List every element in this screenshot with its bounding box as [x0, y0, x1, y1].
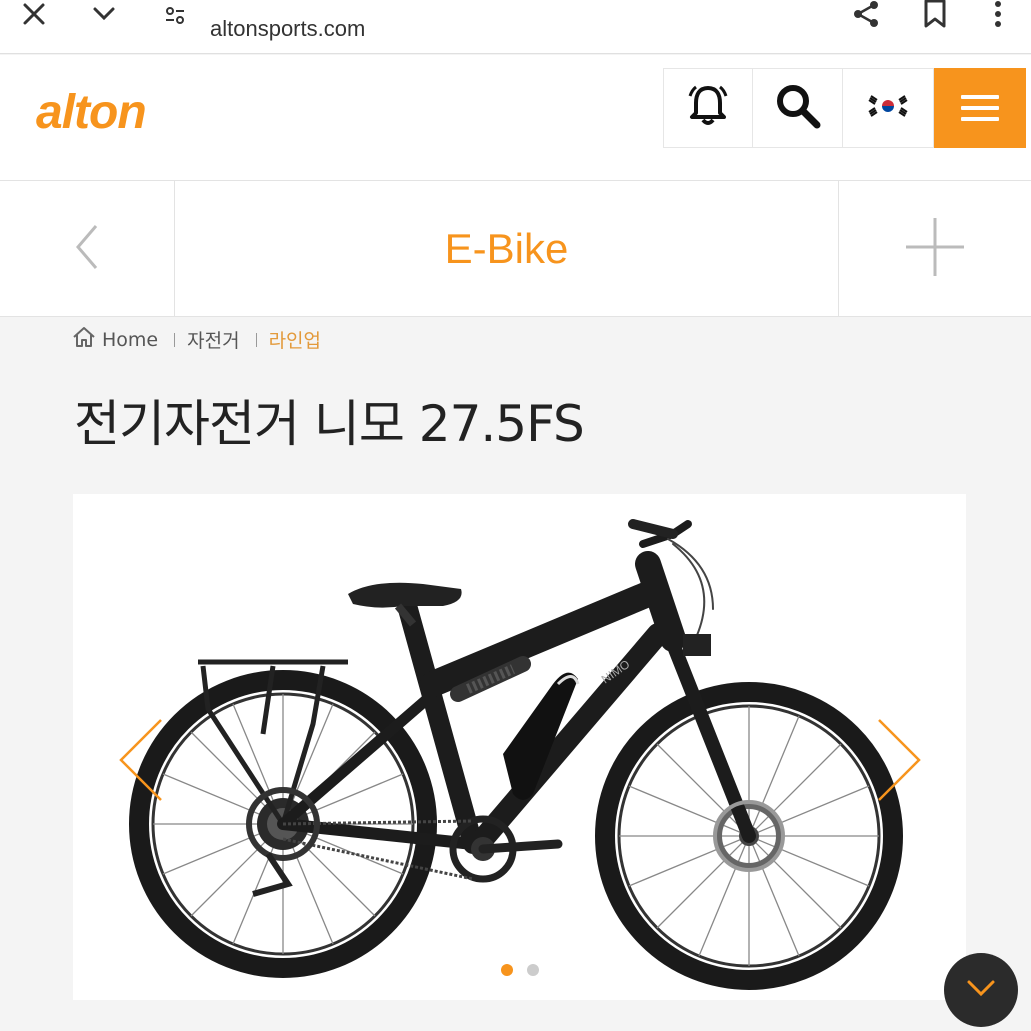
product-image: NIMO	[119, 519, 921, 990]
slider-dot-active[interactable]	[500, 964, 513, 976]
search-icon	[773, 81, 823, 135]
browser-toolbar: altonsports.com	[0, 0, 1031, 54]
bell-icon	[684, 82, 732, 134]
breadcrumb-separator	[174, 332, 176, 347]
alton-logo[interactable]: alton	[36, 85, 147, 140]
saddle	[348, 582, 462, 627]
hamburger-menu-button[interactable]	[934, 68, 1026, 148]
headlight	[683, 634, 711, 656]
breadcrumb-separator	[255, 332, 257, 347]
hamburger-line	[961, 106, 999, 110]
breadcrumb: Home 자전거 라인업	[72, 326, 321, 353]
site-header: alton	[0, 55, 1031, 181]
search-button[interactable]	[752, 68, 843, 148]
hamburger-line	[961, 117, 999, 121]
url-text[interactable]: altonsports.com	[210, 16, 365, 42]
page-title: 전기자전거 니모 27.5FS	[74, 395, 585, 453]
plus-icon	[904, 216, 966, 282]
category-bar: E-Bike	[0, 181, 1031, 317]
scroll-down-button[interactable]	[944, 953, 1018, 1027]
more-vert-icon[interactable]	[978, 0, 1018, 34]
chevron-down-icon[interactable]	[84, 0, 124, 34]
notification-button[interactable]	[663, 68, 754, 148]
breadcrumb-bicycle[interactable]: 자전거	[187, 326, 239, 353]
chevron-left-icon	[72, 222, 102, 276]
slider-dot[interactable]	[526, 964, 539, 976]
site-settings-icon[interactable]	[155, 0, 195, 34]
category-title: E-Bike	[444, 224, 569, 272]
category-prev-button[interactable]	[0, 181, 175, 316]
hamburger-menu-icon	[961, 95, 999, 99]
bookmark-icon[interactable]	[915, 0, 955, 34]
language-button[interactable]	[842, 68, 934, 148]
breadcrumb-home[interactable]: Home	[102, 329, 158, 351]
chevron-down-icon	[966, 979, 996, 1001]
korea-flag-icon	[868, 91, 908, 125]
product-image-slider[interactable]: NIMO	[73, 494, 966, 1000]
share-icon[interactable]	[846, 0, 886, 34]
close-icon[interactable]	[14, 0, 54, 34]
breadcrumb-lineup[interactable]: 라인업	[269, 326, 321, 353]
slider-pagination	[73, 964, 966, 976]
category-expand-button[interactable]	[838, 181, 1031, 316]
home-icon[interactable]	[72, 326, 96, 353]
